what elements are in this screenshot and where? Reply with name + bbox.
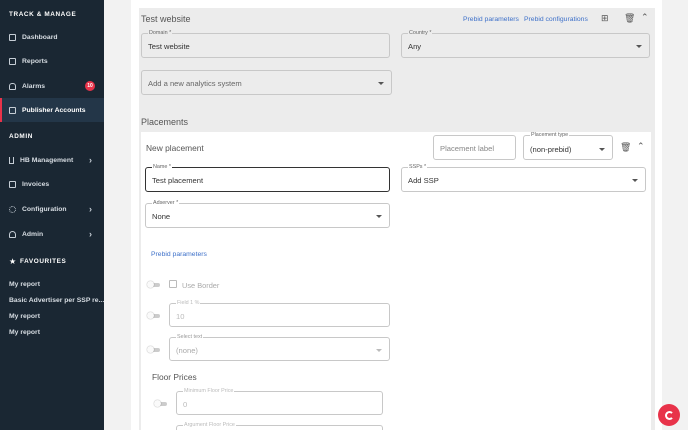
placement-label-input[interactable]: Placement label xyxy=(433,135,516,160)
placement-type-select[interactable]: Placement type (non-prebid) xyxy=(523,132,613,160)
alarm-icon xyxy=(9,82,16,90)
delete-icon[interactable]: 🗑 xyxy=(624,13,635,24)
section-admin: ADMIN xyxy=(9,133,33,140)
name-label: Name * xyxy=(152,164,172,170)
ssps-value: Add SSP xyxy=(408,176,439,185)
star-icon: ★ xyxy=(9,257,17,266)
select-text-select[interactable]: Select text (none) xyxy=(169,334,390,361)
minimum-floor-value: 0 xyxy=(183,400,188,409)
invoices-icon xyxy=(9,180,16,188)
adserver-value: None xyxy=(152,212,171,221)
prebid-configurations-link[interactable]: Prebid configurations xyxy=(524,16,588,23)
minimum-floor-toggle[interactable] xyxy=(154,400,167,407)
use-border-label: Use Border xyxy=(182,281,220,290)
sidebar: TRACK & MANAGE Dashboard Reports Alarms … xyxy=(0,0,104,430)
domain-value: Test website xyxy=(148,42,190,51)
section-track-manage: TRACK & MANAGE xyxy=(9,11,77,18)
sidebar-item-admin[interactable]: Admin › xyxy=(0,222,104,246)
delete-icon[interactable]: 🗑 xyxy=(620,142,631,153)
section-favourites: ★ FAVOURITES xyxy=(9,257,67,266)
sidebar-item-label: HB Management xyxy=(20,156,74,164)
publisher-accounts-icon xyxy=(9,106,16,114)
dashboard-icon xyxy=(9,33,16,41)
chevron-up-icon[interactable]: ⌃ xyxy=(641,12,649,23)
chevron-right-icon: › xyxy=(89,204,92,214)
alarms-count-badge: 10 xyxy=(85,81,95,91)
select-text-toggle[interactable] xyxy=(147,346,160,353)
sidebar-item-label: Publisher Accounts xyxy=(22,106,86,114)
use-border-checkbox[interactable] xyxy=(169,280,177,288)
hb-management-icon xyxy=(9,156,14,164)
minimum-floor-price-input[interactable]: Minimum Floor Price 0 xyxy=(176,388,383,415)
country-value: Any xyxy=(408,42,422,51)
prebid-parameters-link[interactable]: Prebid parameters xyxy=(463,16,519,23)
add-comment-icon[interactable]: ⊞ xyxy=(601,13,609,24)
placement-prebid-parameters-link[interactable]: Prebid parameters xyxy=(151,251,207,258)
adserver-label: Adserver * xyxy=(152,200,180,206)
placement-name-input[interactable]: Name * Test placement xyxy=(145,164,390,192)
dropdown-caret-icon xyxy=(632,179,638,182)
dropdown-caret-icon xyxy=(376,349,382,352)
sidebar-item-hb-management[interactable]: HB Management › xyxy=(0,148,104,172)
argument-floor-price-input[interactable]: Argument Floor Price xyxy=(176,422,383,430)
country-label: Country * xyxy=(408,30,433,36)
floor-prices-title: Floor Prices xyxy=(152,372,197,382)
adserver-select[interactable]: Adserver * None xyxy=(145,200,390,228)
sidebar-item-label: Dashboard xyxy=(22,33,58,41)
chevron-up-icon[interactable]: ⌃ xyxy=(637,141,645,152)
country-select[interactable]: Country * Any xyxy=(401,30,650,58)
sidebar-item-publisher-accounts[interactable]: Publisher Accounts xyxy=(0,98,104,122)
select-text-label: Select text xyxy=(176,334,204,340)
favourite-report-link[interactable]: My report xyxy=(9,329,40,336)
domain-field[interactable]: Domain * Test website xyxy=(141,30,390,58)
chevron-right-icon: › xyxy=(89,229,92,239)
analytics-placeholder: Add a new analytics system xyxy=(148,79,242,88)
select-text-value: (none) xyxy=(176,346,198,355)
dropdown-caret-icon xyxy=(376,215,382,218)
dropdown-caret-icon xyxy=(636,45,642,48)
scrollbar[interactable] xyxy=(683,0,688,430)
sidebar-item-reports[interactable]: Reports xyxy=(0,49,104,73)
ssps-label: SSPs * xyxy=(408,164,428,170)
minimum-floor-label: Minimum Floor Price xyxy=(183,388,235,394)
admin-person-icon xyxy=(9,230,16,238)
analytics-system-select[interactable]: Add a new analytics system xyxy=(141,70,392,95)
favourite-report-link[interactable]: Basic Advertiser per SSP re... xyxy=(9,297,104,304)
placement-label-placeholder: Placement label xyxy=(440,144,495,153)
gear-icon xyxy=(9,205,16,213)
support-logo-icon xyxy=(664,410,674,420)
sidebar-item-label: Admin xyxy=(22,230,44,238)
field1-toggle[interactable] xyxy=(147,312,160,319)
argument-floor-label: Argument Floor Price xyxy=(183,422,236,428)
dropdown-caret-icon xyxy=(378,82,384,85)
sidebar-item-invoices[interactable]: Invoices xyxy=(0,172,104,196)
domain-label: Domain * xyxy=(148,30,173,36)
sidebar-item-configuration[interactable]: Configuration › xyxy=(0,197,104,221)
sidebar-item-label: Invoices xyxy=(22,180,50,188)
support-chat-button[interactable] xyxy=(658,404,680,426)
sidebar-item-dashboard[interactable]: Dashboard xyxy=(0,25,104,49)
sidebar-item-label: Configuration xyxy=(22,205,67,213)
field1-value: 10 xyxy=(176,312,185,321)
sidebar-item-alarms[interactable]: Alarms 10 xyxy=(0,74,104,98)
chevron-right-icon: › xyxy=(89,155,92,165)
placement-type-label: Placement type xyxy=(530,132,570,138)
field1-input[interactable]: Field 1 % 10 xyxy=(169,300,390,327)
use-border-toggle[interactable] xyxy=(147,281,160,288)
dropdown-caret-icon xyxy=(599,148,605,151)
favourite-report-link[interactable]: My report xyxy=(9,313,40,320)
reports-icon xyxy=(9,57,16,65)
name-value: Test placement xyxy=(152,176,204,185)
placements-title: Placements xyxy=(141,117,189,127)
favourite-report-link[interactable]: My report xyxy=(9,281,40,288)
website-title: Test website xyxy=(141,14,191,24)
sidebar-item-label: Reports xyxy=(22,57,48,65)
ssps-select[interactable]: SSPs * Add SSP xyxy=(401,164,646,192)
new-placement-title: New placement xyxy=(146,143,204,153)
placement-type-value: (non-prebid) xyxy=(530,145,572,154)
sidebar-item-label: Alarms xyxy=(22,82,46,90)
field1-label: Field 1 % xyxy=(176,300,201,306)
